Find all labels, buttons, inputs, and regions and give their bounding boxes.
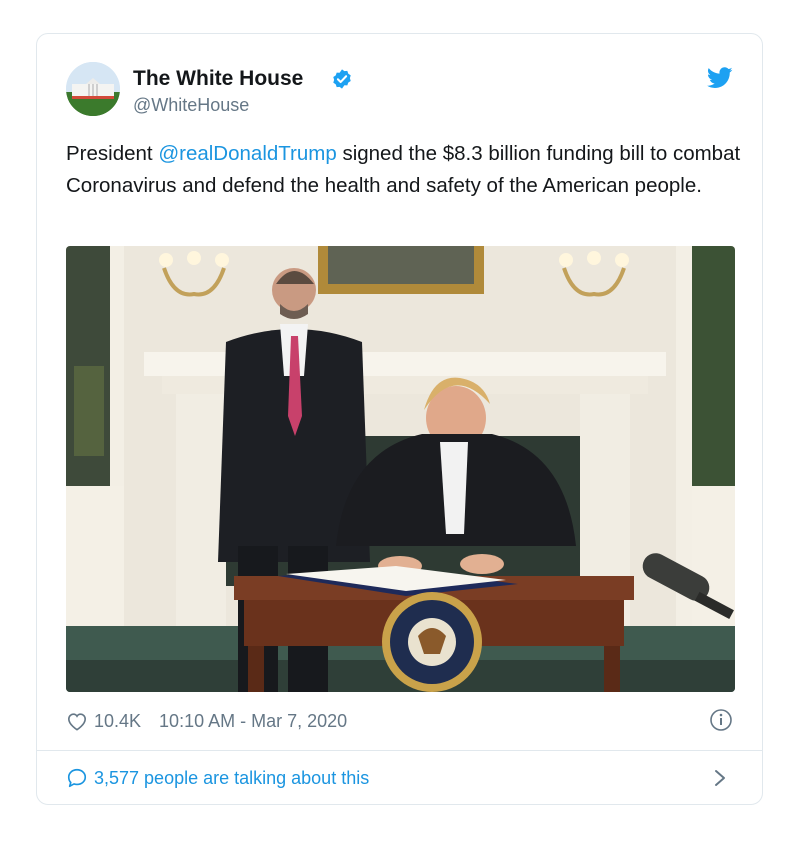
verified-badge-icon <box>333 69 351 89</box>
white-house-avatar-image <box>66 62 120 116</box>
card-divider <box>37 750 762 751</box>
tweet-card: The White House @WhiteHouse President @r… <box>36 33 763 805</box>
author-handle[interactable]: @WhiteHouse <box>133 95 249 116</box>
avatar[interactable] <box>66 62 120 116</box>
tweet-text: President @realDonaldTrump signed the $8… <box>66 138 746 202</box>
info-icon[interactable] <box>709 708 733 732</box>
tweet-text-start: President <box>66 142 159 165</box>
conversation-count-text: 3,577 people are talking about this <box>94 767 370 788</box>
chevron-right-icon[interactable] <box>713 768 727 788</box>
like-count[interactable]: 10.4K <box>94 711 141 732</box>
mention-link[interactable]: @realDonaldTrump <box>158 142 336 165</box>
author-name[interactable]: The White House <box>133 67 303 91</box>
comment-bubble-icon <box>67 768 87 788</box>
bill-signing-photo <box>66 246 735 692</box>
tweet-meta: 10.4K 10:10 AM - Mar 7, 2020 <box>66 708 347 734</box>
conversation-link[interactable]: 3,577 people are talking about this <box>66 766 369 790</box>
tweet-photo[interactable] <box>66 246 735 692</box>
tweet-timestamp[interactable]: 10:10 AM - Mar 7, 2020 <box>159 711 347 732</box>
heart-icon[interactable] <box>66 711 88 731</box>
twitter-bird-icon[interactable] <box>707 66 733 90</box>
